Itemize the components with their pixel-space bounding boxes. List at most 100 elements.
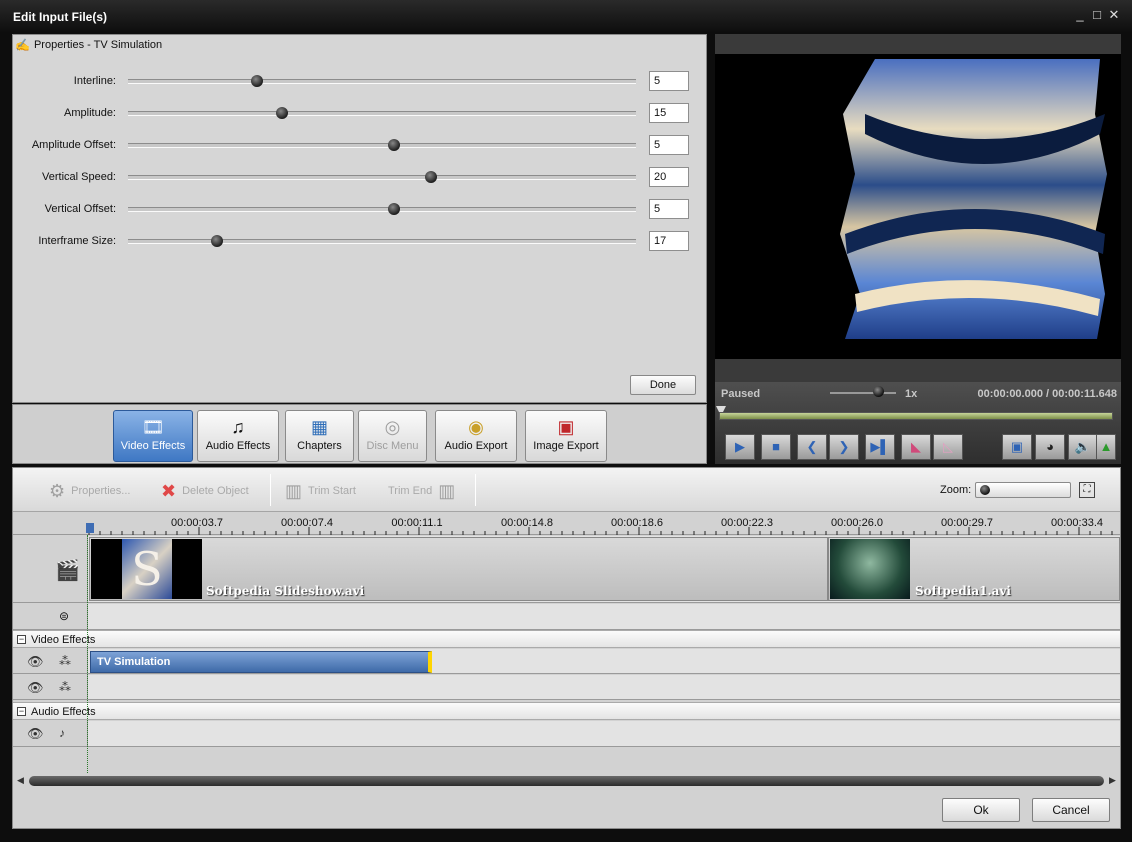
audio-effects-group-label: Audio Effects bbox=[31, 706, 96, 718]
effect-tv-simulation[interactable]: TV Simulation bbox=[90, 651, 432, 673]
param-label: Amplitude: bbox=[64, 107, 116, 119]
param-label: Interline: bbox=[73, 75, 116, 87]
tab-audio-effects[interactable]: ♫ Audio Effects bbox=[197, 410, 279, 462]
slider-knob[interactable] bbox=[388, 203, 400, 215]
speed-slider[interactable] bbox=[830, 392, 896, 394]
properties-button[interactable]: ⚙ Properties... bbox=[49, 480, 130, 502]
interline-slider[interactable] bbox=[128, 79, 636, 84]
audio-track-icon: ⊜ bbox=[59, 609, 70, 623]
tab-image-export[interactable]: ▣ Image Export bbox=[525, 410, 607, 462]
amplitude-value-field[interactable]: 15 bbox=[649, 103, 689, 123]
effect-settings-icon[interactable]: ⁂ bbox=[59, 680, 71, 694]
amplitude-offset-value-field[interactable]: 5 bbox=[649, 135, 689, 155]
timeline-toolbar: ⚙ Properties... ✖ Delete Object ▥ Trim S… bbox=[13, 468, 1120, 512]
properties-panel: ✍ Properties - TV Simulation Interline: … bbox=[12, 34, 707, 403]
collapse-icon[interactable]: − bbox=[17, 635, 26, 644]
close-icon[interactable]: ✕ bbox=[1106, 7, 1122, 23]
ruler-label: 00:00:33.4 bbox=[1051, 517, 1103, 529]
ruler-label: 00:00:22.3 bbox=[721, 517, 773, 529]
amplitude-offset-slider[interactable] bbox=[128, 143, 636, 148]
speed-slider-knob[interactable] bbox=[873, 386, 884, 397]
scroll-thumb[interactable] bbox=[29, 776, 1104, 786]
eye-icon[interactable]: 👁 bbox=[27, 726, 44, 742]
audio-effects-group[interactable]: − Audio Effects bbox=[13, 702, 1120, 720]
video-effects-group[interactable]: − Video Effects bbox=[13, 630, 1120, 648]
param-row-interframe-size: Interframe Size: 17 bbox=[13, 231, 708, 253]
zoom-slider-knob[interactable] bbox=[980, 485, 990, 495]
param-row-amplitude: Amplitude: 15 bbox=[13, 103, 708, 125]
minimize-icon[interactable]: _ bbox=[1072, 7, 1088, 23]
video-clip-softpedia1[interactable]: Softpedia1.avi bbox=[828, 537, 1120, 601]
video-clip-slideshow[interactable]: S Softpedia Slideshow.avi bbox=[89, 537, 828, 601]
clip-name: Softpedia1.avi bbox=[915, 584, 1011, 598]
stop-icon[interactable]: ■ bbox=[761, 434, 791, 460]
seek-bar[interactable] bbox=[719, 412, 1113, 420]
eye-icon[interactable]: 👁 bbox=[27, 654, 44, 670]
interline-value-field[interactable]: 5 bbox=[649, 71, 689, 91]
snapshot-icon[interactable]: ▣ bbox=[1002, 434, 1032, 460]
param-label: Vertical Offset: bbox=[44, 203, 116, 215]
param-row-vertical-offset: Vertical Offset: 5 bbox=[13, 199, 708, 221]
audio-track bbox=[88, 604, 1120, 630]
amplitude-slider[interactable] bbox=[128, 111, 636, 116]
vertical-offset-value-field[interactable]: 5 bbox=[649, 199, 689, 219]
mark-out-icon[interactable]: ◺ bbox=[933, 434, 963, 460]
tab-label: Chapters bbox=[297, 440, 342, 452]
cancel-button[interactable]: Cancel bbox=[1032, 798, 1110, 822]
ruler-label: 00:00:03.7 bbox=[171, 517, 223, 529]
interframe-size-slider[interactable] bbox=[128, 239, 636, 244]
tab-chapters[interactable]: ▦ Chapters bbox=[285, 410, 354, 462]
zoom-fit-icon[interactable]: ⛶ bbox=[1079, 482, 1095, 498]
done-button[interactable]: Done bbox=[630, 375, 696, 395]
trim-start-button[interactable]: ▥ Trim Start bbox=[285, 480, 356, 502]
maximize-icon[interactable]: □ bbox=[1089, 7, 1105, 23]
vertical-speed-slider[interactable] bbox=[128, 175, 636, 180]
vertical-speed-value-field[interactable]: 20 bbox=[649, 167, 689, 187]
tab-disc-menu[interactable]: ◎ Disc Menu bbox=[358, 410, 427, 462]
audio-effect-icon[interactable]: ♪ bbox=[59, 726, 65, 740]
title-bar: Edit Input File(s) _ □ ✕ bbox=[0, 0, 1132, 32]
tab-audio-export[interactable]: ◉ Audio Export bbox=[435, 410, 517, 462]
effects-icon[interactable]: ◕ bbox=[1035, 434, 1065, 460]
slider-knob[interactable] bbox=[276, 107, 288, 119]
video-effect-track bbox=[88, 675, 1120, 700]
vertical-offset-slider[interactable] bbox=[128, 207, 636, 212]
volume-icon[interactable]: 🔈 bbox=[1068, 434, 1098, 460]
play-icon[interactable]: ▶ bbox=[725, 434, 755, 460]
tab-label: Image Export bbox=[533, 440, 599, 452]
mark-in-icon[interactable]: ◣ bbox=[901, 434, 931, 460]
slider-knob[interactable] bbox=[251, 75, 263, 87]
slider-knob[interactable] bbox=[425, 171, 437, 183]
delete-object-button[interactable]: ✖ Delete Object bbox=[161, 480, 249, 502]
scroll-right-icon[interactable]: ▶ bbox=[1109, 775, 1116, 786]
tab-video-effects[interactable]: 🎞 Video Effects bbox=[113, 410, 193, 462]
zoom-slider[interactable] bbox=[975, 482, 1071, 498]
eye-icon[interactable]: 👁 bbox=[27, 680, 44, 696]
trim-end-button[interactable]: Trim End ▥ bbox=[388, 480, 455, 502]
time-ruler[interactable]: 00:00:03.7 00:00:07.4 00:00:11.1 00:00:1… bbox=[13, 513, 1120, 535]
next-frame-icon[interactable]: ❯ bbox=[829, 434, 859, 460]
tabs-bar: 🎞 Video Effects ♫ Audio Effects ▦ Chapte… bbox=[12, 404, 707, 464]
scroll-left-icon[interactable]: ◀ bbox=[17, 775, 24, 786]
audio-track-header: ⊜ bbox=[13, 604, 88, 630]
effect-settings-icon[interactable]: ⁂ bbox=[59, 654, 71, 668]
audio-effect-track bbox=[88, 721, 1120, 747]
chapters-icon: ▦ bbox=[310, 417, 328, 437]
playback-speed: 1x bbox=[905, 388, 918, 400]
param-row-amplitude-offset: Amplitude Offset: 5 bbox=[13, 135, 708, 157]
slider-knob[interactable] bbox=[388, 139, 400, 151]
preview-image bbox=[715, 54, 1121, 359]
param-label: Vertical Speed: bbox=[42, 171, 116, 183]
collapse-icon[interactable]: − bbox=[17, 707, 26, 716]
video-preview-frame[interactable] bbox=[715, 54, 1121, 359]
delete-icon: ✖ bbox=[161, 480, 177, 501]
collapse-icon[interactable]: ▲ bbox=[1096, 434, 1116, 460]
prev-frame-icon[interactable]: ❮ bbox=[797, 434, 827, 460]
goto-end-icon[interactable]: ▶▌ bbox=[865, 434, 895, 460]
ok-button[interactable]: Ok bbox=[942, 798, 1020, 822]
slider-knob[interactable] bbox=[211, 235, 223, 247]
horizontal-scrollbar[interactable]: ◀ ▶ bbox=[13, 773, 1120, 789]
interframe-size-value-field[interactable]: 17 bbox=[649, 231, 689, 251]
playhead-marker[interactable] bbox=[86, 523, 94, 533]
video-preview-panel bbox=[715, 34, 1121, 382]
